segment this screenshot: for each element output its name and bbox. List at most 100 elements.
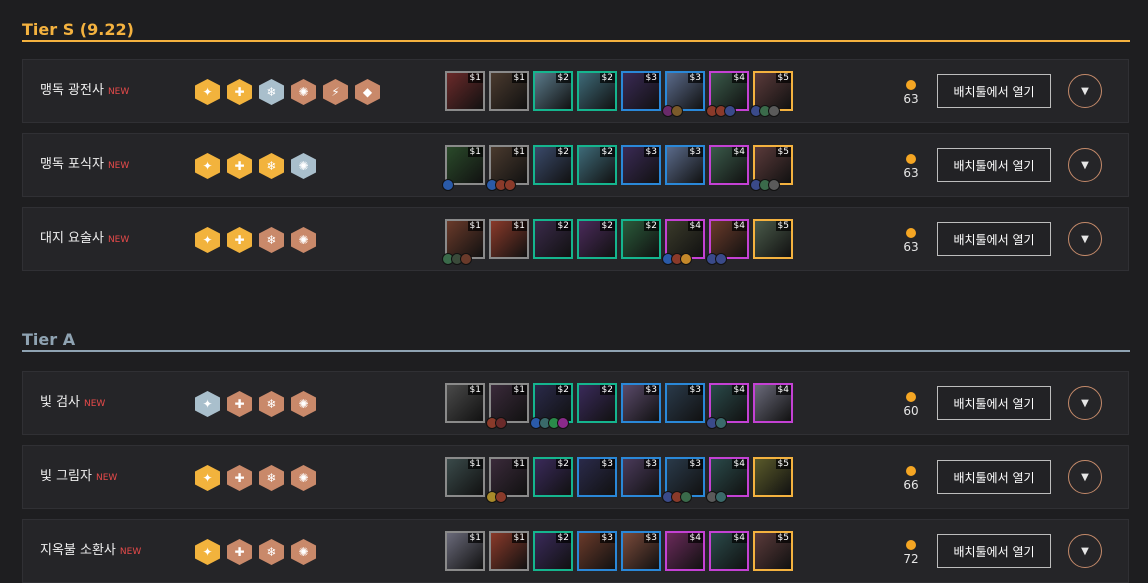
item-icon[interactable] (442, 179, 454, 191)
champion-portrait[interactable]: $4 (662, 219, 705, 265)
champion-portrait[interactable]: $2 (533, 71, 573, 111)
item-icon[interactable] (557, 417, 569, 429)
champion-portrait[interactable]: $5 (750, 71, 793, 117)
item-icon[interactable] (768, 179, 780, 191)
item-icon[interactable] (724, 105, 736, 117)
trait-icon[interactable]: ✺ (291, 79, 316, 105)
champion-portrait[interactable]: $4 (706, 383, 749, 429)
champion-portrait[interactable]: $4 (706, 457, 749, 503)
trait-icon[interactable]: ✦ (195, 227, 220, 253)
champion-portrait[interactable]: $1 (489, 71, 529, 111)
champion-portrait[interactable]: $1 (445, 383, 485, 423)
trait-icon[interactable]: ✚ (227, 539, 252, 565)
trait-icon[interactable]: ✦ (195, 79, 220, 105)
champion-portrait[interactable]: $2 (577, 219, 617, 259)
open-in-builder-button[interactable]: 배치툴에서 열기 (937, 148, 1051, 182)
trait-icon[interactable]: ❄ (259, 391, 284, 417)
champion-portrait[interactable]: $5 (750, 145, 793, 191)
trait-icon[interactable]: ❄ (259, 153, 284, 179)
champion-portrait[interactable]: $1 (489, 531, 529, 571)
champion-portrait[interactable]: $5 (753, 219, 793, 259)
item-icon[interactable] (768, 105, 780, 117)
item-icon[interactable] (671, 105, 683, 117)
item-icon[interactable] (715, 417, 727, 429)
item-icon[interactable] (680, 491, 692, 503)
champion-portrait[interactable]: $4 (753, 383, 793, 423)
trait-icon[interactable]: ✦ (195, 465, 220, 491)
champion-portrait[interactable]: $1 (442, 219, 485, 265)
item-icon[interactable] (460, 253, 472, 265)
trait-icon[interactable]: ✚ (227, 79, 252, 105)
trait-icon[interactable]: ✺ (291, 539, 316, 565)
champion-portrait[interactable]: $2 (577, 145, 617, 185)
champion-portrait[interactable]: $4 (709, 145, 749, 185)
champion-portrait[interactable]: $1 (445, 531, 485, 571)
trait-icon[interactable]: ✚ (227, 153, 252, 179)
open-in-builder-button[interactable]: 배치툴에서 열기 (937, 386, 1051, 420)
trait-icon[interactable]: ✺ (291, 153, 316, 179)
expand-button[interactable]: ▼ (1068, 386, 1102, 420)
trait-icon[interactable]: ❄ (259, 465, 284, 491)
champion-portrait[interactable]: $3 (662, 457, 705, 503)
champion-portrait[interactable]: $5 (753, 457, 793, 497)
champion-portrait[interactable]: $2 (577, 71, 617, 111)
champion-portrait[interactable]: $3 (621, 145, 661, 185)
champion-portrait[interactable]: $3 (662, 71, 705, 117)
trait-icon[interactable]: ✺ (291, 227, 316, 253)
trait-icon[interactable]: ✺ (291, 465, 316, 491)
champion-portrait[interactable]: $3 (665, 383, 705, 423)
trait-icon[interactable]: ❄ (259, 539, 284, 565)
item-icon[interactable] (715, 253, 727, 265)
champion-portrait[interactable]: $3 (621, 531, 661, 571)
champion-portrait[interactable]: $3 (665, 145, 705, 185)
champion-portrait[interactable]: $4 (706, 71, 749, 117)
champion-portrait[interactable]: $1 (489, 219, 529, 259)
champion-portrait[interactable]: $3 (577, 531, 617, 571)
open-in-builder-button[interactable]: 배치툴에서 열기 (937, 460, 1051, 494)
open-in-builder-button[interactable]: 배치툴에서 열기 (937, 534, 1051, 568)
trait-icon[interactable]: ❄ (259, 227, 284, 253)
champion-portrait[interactable]: $2 (533, 531, 573, 571)
champion-portrait[interactable]: $3 (577, 457, 617, 497)
champion-portrait[interactable]: $2 (533, 219, 573, 259)
champion-portrait[interactable]: $1 (445, 71, 485, 111)
trait-icon[interactable]: ✦ (195, 391, 220, 417)
item-icon[interactable] (715, 491, 727, 503)
champion-portrait[interactable]: $2 (577, 383, 617, 423)
expand-button[interactable]: ▼ (1068, 460, 1102, 494)
trait-icon[interactable]: ✺ (291, 391, 316, 417)
champion-portrait[interactable]: $2 (621, 219, 661, 259)
champion-portrait[interactable]: $1 (486, 383, 529, 429)
item-icon[interactable] (504, 179, 516, 191)
champion-portrait[interactable]: $1 (486, 457, 529, 503)
trait-icon[interactable]: ⚡ (323, 79, 348, 105)
trait-icon[interactable]: ❄ (259, 79, 284, 105)
champion-portrait[interactable]: $1 (445, 457, 485, 497)
champion-portrait[interactable]: $4 (665, 531, 705, 571)
champion-portrait[interactable]: $1 (486, 145, 529, 191)
champion-portrait[interactable]: $2 (530, 383, 573, 429)
expand-button[interactable]: ▼ (1068, 74, 1102, 108)
champion-portrait[interactable]: $2 (533, 145, 573, 185)
expand-button[interactable]: ▼ (1068, 534, 1102, 568)
champion-portrait[interactable]: $3 (621, 71, 661, 111)
item-icon[interactable] (495, 491, 507, 503)
item-icon[interactable] (680, 253, 692, 265)
expand-button[interactable]: ▼ (1068, 148, 1102, 182)
trait-icon[interactable]: ✚ (227, 227, 252, 253)
item-icon[interactable] (495, 417, 507, 429)
trait-icon[interactable]: ✚ (227, 391, 252, 417)
trait-icon[interactable]: ✦ (195, 539, 220, 565)
trait-icon[interactable]: ◆ (355, 79, 380, 105)
open-in-builder-button[interactable]: 배치툴에서 열기 (937, 74, 1051, 108)
champion-portrait[interactable]: $1 (442, 145, 485, 191)
champion-portrait[interactable]: $4 (706, 219, 749, 265)
champion-portrait[interactable]: $5 (753, 531, 793, 571)
champion-portrait[interactable]: $3 (621, 457, 661, 497)
champion-portrait[interactable]: $3 (621, 383, 661, 423)
trait-icon[interactable]: ✦ (195, 153, 220, 179)
expand-button[interactable]: ▼ (1068, 222, 1102, 256)
open-in-builder-button[interactable]: 배치툴에서 열기 (937, 222, 1051, 256)
champion-portrait[interactable]: $2 (533, 457, 573, 497)
champion-portrait[interactable]: $4 (709, 531, 749, 571)
